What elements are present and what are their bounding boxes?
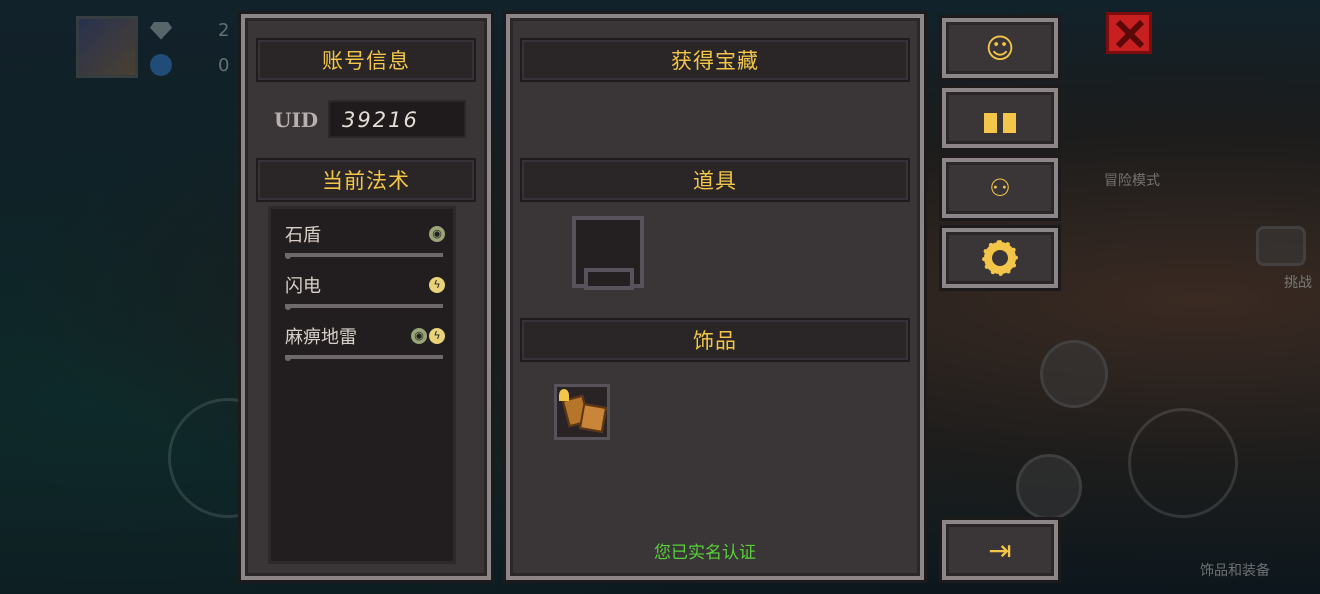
list-item[interactable]: 闪电 ϟ: [285, 266, 445, 310]
items-title: 道具: [520, 158, 910, 202]
lightning-skill-button[interactable]: [1040, 340, 1108, 408]
gift-icon: [984, 103, 1016, 133]
uid-label: UID: [274, 108, 319, 132]
chat-icon[interactable]: [1256, 226, 1306, 266]
adventure-mode-label: 冒险模式: [1104, 173, 1160, 189]
current-spells-title: 当前法术: [256, 158, 476, 202]
list-item[interactable]: 麻痹地雷 ◉ ϟ: [285, 317, 445, 361]
spell-list: 石盾 ◉ 闪电 ϟ 麻痹地雷 ◉ ϟ: [268, 206, 456, 564]
logout-button[interactable]: ⇥: [942, 520, 1058, 580]
exit-icon: ⇥: [988, 533, 1012, 567]
lightning-icon: ϟ: [429, 277, 445, 293]
skill-joystick[interactable]: [1128, 408, 1238, 518]
headset-icon: ☺: [985, 31, 1015, 65]
item-slot[interactable]: [572, 216, 644, 290]
spell-name: 石盾: [285, 225, 321, 246]
account-info-title: 账号信息: [256, 38, 476, 82]
customer-service-button[interactable]: ☺: [942, 18, 1058, 78]
treasure-panel: [506, 14, 924, 580]
challenge-label: 挑战: [1284, 275, 1312, 291]
new-tag-icon: [559, 389, 569, 401]
divider: [285, 355, 443, 359]
treasure-title: 获得宝藏: [520, 38, 910, 82]
badge-icon: ⚇: [989, 174, 1011, 202]
accessory-equipment-label: 饰品和装备: [1200, 563, 1270, 579]
coin-counter: 0: [150, 54, 240, 76]
settings-button[interactable]: [942, 228, 1058, 288]
divider: [285, 304, 443, 308]
verified-status: 您已实名认证: [654, 543, 756, 563]
shield-icon: ◉: [429, 226, 445, 242]
gift-button[interactable]: [942, 88, 1058, 148]
gem-counter: 2: [150, 20, 240, 41]
friends-button[interactable]: ⚇: [942, 158, 1058, 218]
spell-name: 麻痹地雷: [285, 327, 357, 348]
accessory-item[interactable]: [554, 384, 610, 440]
uid-value[interactable]: 39216: [328, 100, 466, 138]
gem-icon: [150, 21, 172, 40]
accessories-title: 饰品: [520, 318, 910, 362]
lightning-icon: ϟ: [429, 328, 445, 344]
item-skill-button[interactable]: [1016, 454, 1082, 520]
accessory-icon-part: [578, 403, 607, 433]
spell-name: 闪电: [285, 276, 321, 297]
shield-icon: ◉: [411, 328, 427, 344]
player-avatar[interactable]: [76, 16, 138, 78]
close-x-icon[interactable]: [1106, 12, 1152, 54]
gem-count: 2: [218, 20, 230, 41]
divider: [285, 253, 443, 257]
coin-count: 0: [218, 54, 230, 76]
gear-icon: [982, 240, 1018, 276]
list-item[interactable]: 石盾 ◉: [285, 215, 445, 259]
item-slot-tab: [584, 268, 634, 290]
coin-icon: [150, 54, 172, 76]
